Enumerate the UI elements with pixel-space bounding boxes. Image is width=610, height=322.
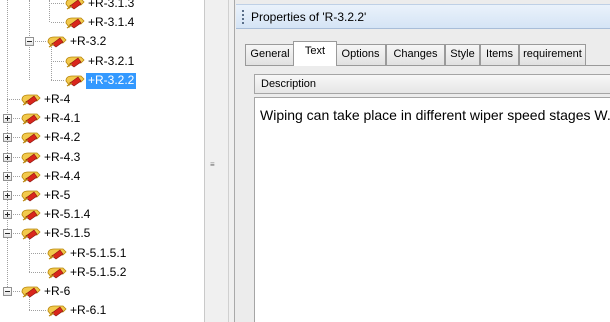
description-editor[interactable]: Wiping can take place in different wiper… xyxy=(254,97,610,322)
tab-options[interactable]: Options xyxy=(335,44,386,65)
requirement-icon xyxy=(64,54,86,69)
tree-node-label[interactable]: +R-5.1.5 xyxy=(42,226,92,242)
tree-node-label[interactable]: +R-6.1 xyxy=(68,303,108,319)
expand-icon[interactable] xyxy=(3,152,12,162)
requirement-icon xyxy=(20,188,42,203)
tab-changes[interactable]: Changes xyxy=(386,44,445,65)
requirement-icon xyxy=(64,73,86,88)
requirement-icon xyxy=(20,92,42,107)
expand-icon[interactable] xyxy=(3,191,12,200)
tree-node-label[interactable]: +R-6 xyxy=(42,284,72,300)
tab-requirement[interactable]: requirement xyxy=(519,44,586,65)
tree-connector-line xyxy=(29,310,46,312)
tab-text[interactable]: Text xyxy=(293,41,337,66)
tree-node-label[interactable]: +R-3.2.2 xyxy=(86,72,137,89)
drag-grip-icon[interactable] xyxy=(242,10,244,24)
tree-connector-line xyxy=(7,99,20,100)
requirement-icon xyxy=(20,150,42,165)
requirement-icon xyxy=(20,169,42,184)
requirement-icon xyxy=(20,226,42,241)
requirement-icon xyxy=(64,15,86,30)
description-header[interactable]: Description xyxy=(254,74,610,94)
tree-node-label[interactable]: +R-3.1.3 xyxy=(86,0,136,12)
tree-connector-line xyxy=(29,252,46,254)
splitter-grip-icon: ≡ xyxy=(210,160,215,169)
tree-connector-line xyxy=(13,291,20,292)
tree-node-label[interactable]: +R-4.1 xyxy=(42,111,82,127)
tab-style[interactable]: Style xyxy=(445,44,480,65)
properties-title: Properties of 'R-3.2.2' xyxy=(251,10,367,24)
description-label: Description xyxy=(261,78,317,90)
collapse-icon[interactable] xyxy=(3,229,12,239)
tree-connector-line xyxy=(13,195,20,196)
requirement-icon xyxy=(20,207,42,222)
tree-connector-line xyxy=(13,175,20,177)
requirement-icon xyxy=(20,111,42,126)
collapse-icon[interactable] xyxy=(3,287,12,296)
tree-connector-line xyxy=(49,0,50,23)
tree-node-label[interactable]: +R-4 xyxy=(42,92,72,108)
requirement-icon xyxy=(20,284,42,299)
requirement-icon xyxy=(20,130,42,145)
tree-connector-line xyxy=(51,79,64,81)
tree-node-label[interactable]: +R-4.2 xyxy=(42,130,82,146)
tree-node-label[interactable]: +R-3.1.4 xyxy=(86,15,136,31)
splitter-edge xyxy=(228,0,229,322)
tree-node-label[interactable]: +R-5.1.5.1 xyxy=(68,246,128,262)
tree-connector-line xyxy=(51,60,64,62)
expand-icon[interactable] xyxy=(3,114,12,124)
expand-icon[interactable] xyxy=(3,171,12,181)
collapse-icon[interactable] xyxy=(25,37,34,47)
tree-node-label[interactable]: +R-5 xyxy=(42,188,72,204)
tree-connector-line xyxy=(13,214,20,216)
expand-icon[interactable] xyxy=(3,210,12,220)
properties-panel: Properties of 'R-3.2.2' General Text Optio… xyxy=(234,0,610,322)
tree-node-label[interactable]: +R-4.4 xyxy=(42,169,82,185)
tree-node-label[interactable]: +R-3.2.1 xyxy=(86,54,136,70)
requirement-icon xyxy=(64,0,86,11)
tree-node-label[interactable]: +R-4.3 xyxy=(42,150,82,166)
tree-connector-line xyxy=(51,22,64,24)
tab-general[interactable]: General xyxy=(245,44,295,65)
requirement-icon xyxy=(46,246,68,261)
pane-splitter[interactable]: ≡ xyxy=(204,0,234,322)
tree-node-label[interactable]: +R-5.1.4 xyxy=(42,207,92,223)
tree-node-label[interactable]: +R-3.2 xyxy=(68,34,108,50)
requirement-icon xyxy=(46,265,68,280)
tree-connector-line xyxy=(13,118,20,120)
requirement-icon xyxy=(46,34,68,49)
description-text: Wiping can take place in different wiper… xyxy=(260,107,610,123)
tree-connector-line xyxy=(7,0,8,291)
tab-items[interactable]: Items xyxy=(480,44,519,65)
properties-titlebar[interactable]: Properties of 'R-3.2.2' xyxy=(236,4,610,29)
expand-icon[interactable] xyxy=(3,133,12,143)
tree-connector-line xyxy=(13,137,20,139)
tree-connector-line xyxy=(13,233,20,235)
requirements-tree[interactable]: +R-3.1.3 +R-3.1.4 +R-3.2 +R-3.2.1 +R-3.2… xyxy=(0,0,204,322)
tree-connector-line xyxy=(29,271,46,273)
tree-node-label[interactable]: +R-5.1.5.2 xyxy=(68,265,128,281)
tree-connector-line xyxy=(35,41,46,43)
tree-connector-line xyxy=(51,3,64,4)
requirement-icon xyxy=(46,303,68,318)
tree-connector-line xyxy=(13,156,20,158)
